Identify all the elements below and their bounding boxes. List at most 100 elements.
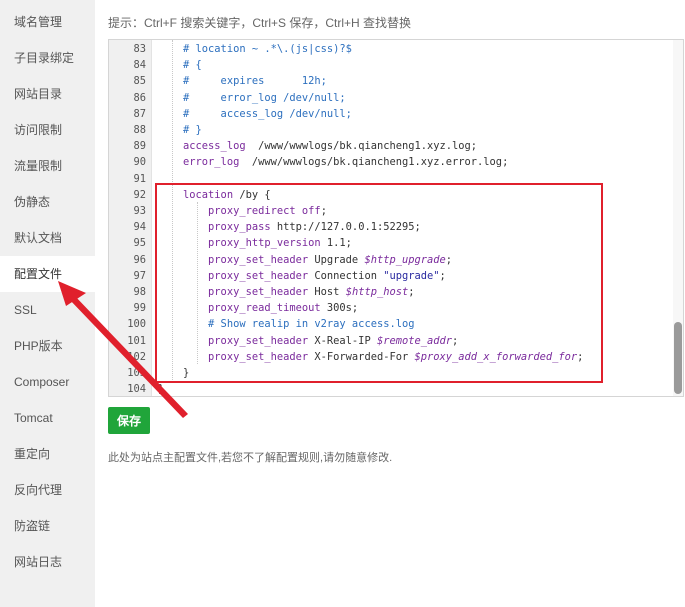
line-number: 88	[133, 124, 146, 136]
code-line[interactable]: 93 proxy_redirect off;	[109, 203, 683, 219]
code-text: proxy_pass http://127.0.0.1:52295;	[158, 219, 421, 235]
sidebar-item[interactable]: SSL	[0, 292, 95, 328]
code-token: # access_log /dev/null;	[158, 107, 352, 120]
line-number: 91	[133, 172, 146, 185]
code-text: location /by {	[158, 187, 271, 203]
sidebar-item[interactable]: 防盗链	[0, 508, 95, 544]
code-line[interactable]: 100 # Show realip in v2ray access.log	[109, 316, 683, 332]
code-line[interactable]: 92 location /by {	[109, 187, 683, 203]
line-number: 96	[133, 253, 146, 266]
code-token: ;	[577, 350, 584, 363]
code-token: $http_host	[345, 286, 409, 298]
code-line[interactable]: 87 # access_log /dev/null;	[109, 106, 683, 122]
code-line[interactable]: 99 proxy_read_timeout 300s;	[109, 300, 683, 316]
line-number: 100	[127, 318, 146, 331]
editor-tip: 提示：Ctrl+F 搜索关键字，Ctrl+S 保存，Ctrl+H 查找替换	[108, 16, 412, 30]
sidebar-item[interactable]: PHP版本	[0, 328, 95, 364]
code-text: # {	[158, 57, 202, 73]
code-line[interactable]: 90 error_log /www/wwwlogs/bk.qiancheng1.…	[109, 154, 683, 170]
save-button[interactable]: 保存	[108, 407, 150, 434]
code-token: Connection	[308, 269, 384, 282]
code-token: ;	[408, 286, 415, 298]
code-token: location	[158, 188, 234, 201]
code-token: $remote_addr	[376, 334, 453, 347]
code-line[interactable]: 101 proxy_set_header X-Real-IP $remote_a…	[109, 333, 683, 349]
code-line[interactable]: 85 # expires 12h;	[109, 73, 683, 89]
code-token: proxy_read_timeout	[158, 302, 321, 315]
code-text: access_log /www/wwwlogs/bk.qiancheng1.xy…	[158, 138, 477, 154]
code-editor[interactable]: 83 # location ~ .*\.(js|css)?$ 84 # {85 #…	[108, 39, 684, 397]
code-token: /by {	[233, 188, 271, 201]
code-token: }	[158, 367, 190, 379]
code-token: access_log	[158, 140, 246, 153]
code-text: }	[158, 381, 164, 396]
line-number: 84	[133, 59, 146, 72]
code-token: http://127.0.0.1:52295;	[270, 221, 421, 234]
sidebar-item[interactable]: 伪静态	[0, 184, 95, 220]
line-number: 102	[127, 350, 146, 363]
line-number: 86	[133, 91, 146, 104]
line-number: 101	[127, 334, 146, 347]
code-line[interactable]: 98 proxy_set_header Host $http_host;	[109, 284, 683, 300]
code-token: # }	[158, 124, 202, 136]
code-token: ;	[445, 253, 453, 266]
code-token: $proxy_add_x_forwarded_for	[414, 350, 578, 363]
sidebar-item[interactable]: 网站目录	[0, 76, 95, 112]
line-number: 104	[127, 383, 146, 396]
code-text: proxy_set_header X-Real-IP $remote_addr;	[158, 333, 458, 349]
code-token: /www/wwwlogs/bk.qiancheng1.xyz.error.log…	[239, 156, 509, 169]
line-number: 83	[133, 43, 146, 55]
sidebar-item[interactable]: 配置文件	[0, 256, 95, 292]
sidebar-item[interactable]: Composer	[0, 364, 95, 400]
code-token: ;	[320, 205, 327, 217]
code-line[interactable]: 86 # error_log /dev/null;	[109, 90, 683, 106]
line-number: 90	[133, 156, 146, 169]
code-text: proxy_redirect off;	[158, 203, 327, 219]
code-token: proxy_set_header	[158, 286, 309, 298]
config-warning-note: 此处为站点主配置文件,若您不了解配置规则,请勿随意修改.	[108, 452, 393, 464]
code-line[interactable]: 104}	[109, 381, 683, 396]
code-text: # expires 12h;	[158, 73, 327, 89]
code-token: off	[301, 205, 321, 217]
code-token: proxy_redirect	[158, 205, 296, 217]
line-number: 85	[133, 75, 146, 88]
code-token: # {	[158, 59, 202, 72]
code-line[interactable]: 102 proxy_set_header X-Forwarded-For $pr…	[109, 349, 683, 365]
code-token: proxy_set_header	[158, 350, 309, 363]
code-line[interactable]: 89 access_log /www/wwwlogs/bk.qiancheng1…	[109, 138, 683, 154]
code-line[interactable]: 83 # location ~ .*\.(js|css)?$	[109, 41, 683, 57]
sidebar-item[interactable]: 域名管理	[0, 4, 95, 40]
code-token: ;	[452, 334, 459, 347]
line-number: 97	[133, 269, 146, 282]
code-line[interactable]: 88 # }	[109, 122, 683, 138]
code-line[interactable]: 103 }	[109, 365, 683, 381]
code-token: # Show realip in v2ray access.log	[158, 318, 415, 331]
code-token: Upgrade	[308, 253, 365, 266]
line-number: 98	[133, 286, 146, 298]
code-text: # error_log /dev/null;	[158, 90, 346, 106]
code-line[interactable]: 95 proxy_http_version 1.1;	[109, 235, 683, 251]
code-token: /www/wwwlogs/bk.qiancheng1.xyz.log;	[245, 140, 478, 153]
line-number: 87	[133, 107, 146, 120]
code-line[interactable]: 84 # {	[109, 57, 683, 73]
code-line[interactable]: 97 proxy_set_header Connection "upgrade"…	[109, 268, 683, 284]
code-line[interactable]: 96 proxy_set_header Upgrade $http_upgrad…	[109, 252, 683, 268]
line-number: 89	[133, 140, 146, 153]
sidebar-item[interactable]: 重定向	[0, 436, 95, 472]
line-number: 95	[133, 237, 146, 250]
sidebar-item[interactable]: 默认文档	[0, 220, 95, 256]
code-text: # Show realip in v2ray access.log	[158, 316, 414, 332]
sidebar: 域名管理 子目录绑定 网站目录 访问限制 流量限制 伪静态 默认文档 配置文件 SSL PHP版本…	[0, 0, 95, 607]
line-number: 92	[133, 188, 146, 201]
sidebar-item[interactable]: 网站日志	[0, 544, 95, 580]
code-text: proxy_read_timeout 300s;	[158, 300, 358, 316]
code-token: # expires 12h;	[158, 75, 327, 88]
code-line[interactable]: 94 proxy_pass http://127.0.0.1:52295;	[109, 219, 683, 235]
sidebar-item[interactable]: 流量限制	[0, 148, 95, 184]
sidebar-item[interactable]: 访问限制	[0, 112, 95, 148]
sidebar-item[interactable]: Tomcat	[0, 400, 95, 436]
sidebar-item[interactable]: 反向代理	[0, 472, 95, 508]
code-text: # access_log /dev/null;	[158, 106, 352, 122]
code-line[interactable]: 91	[109, 171, 683, 187]
sidebar-item[interactable]: 子目录绑定	[0, 40, 95, 76]
